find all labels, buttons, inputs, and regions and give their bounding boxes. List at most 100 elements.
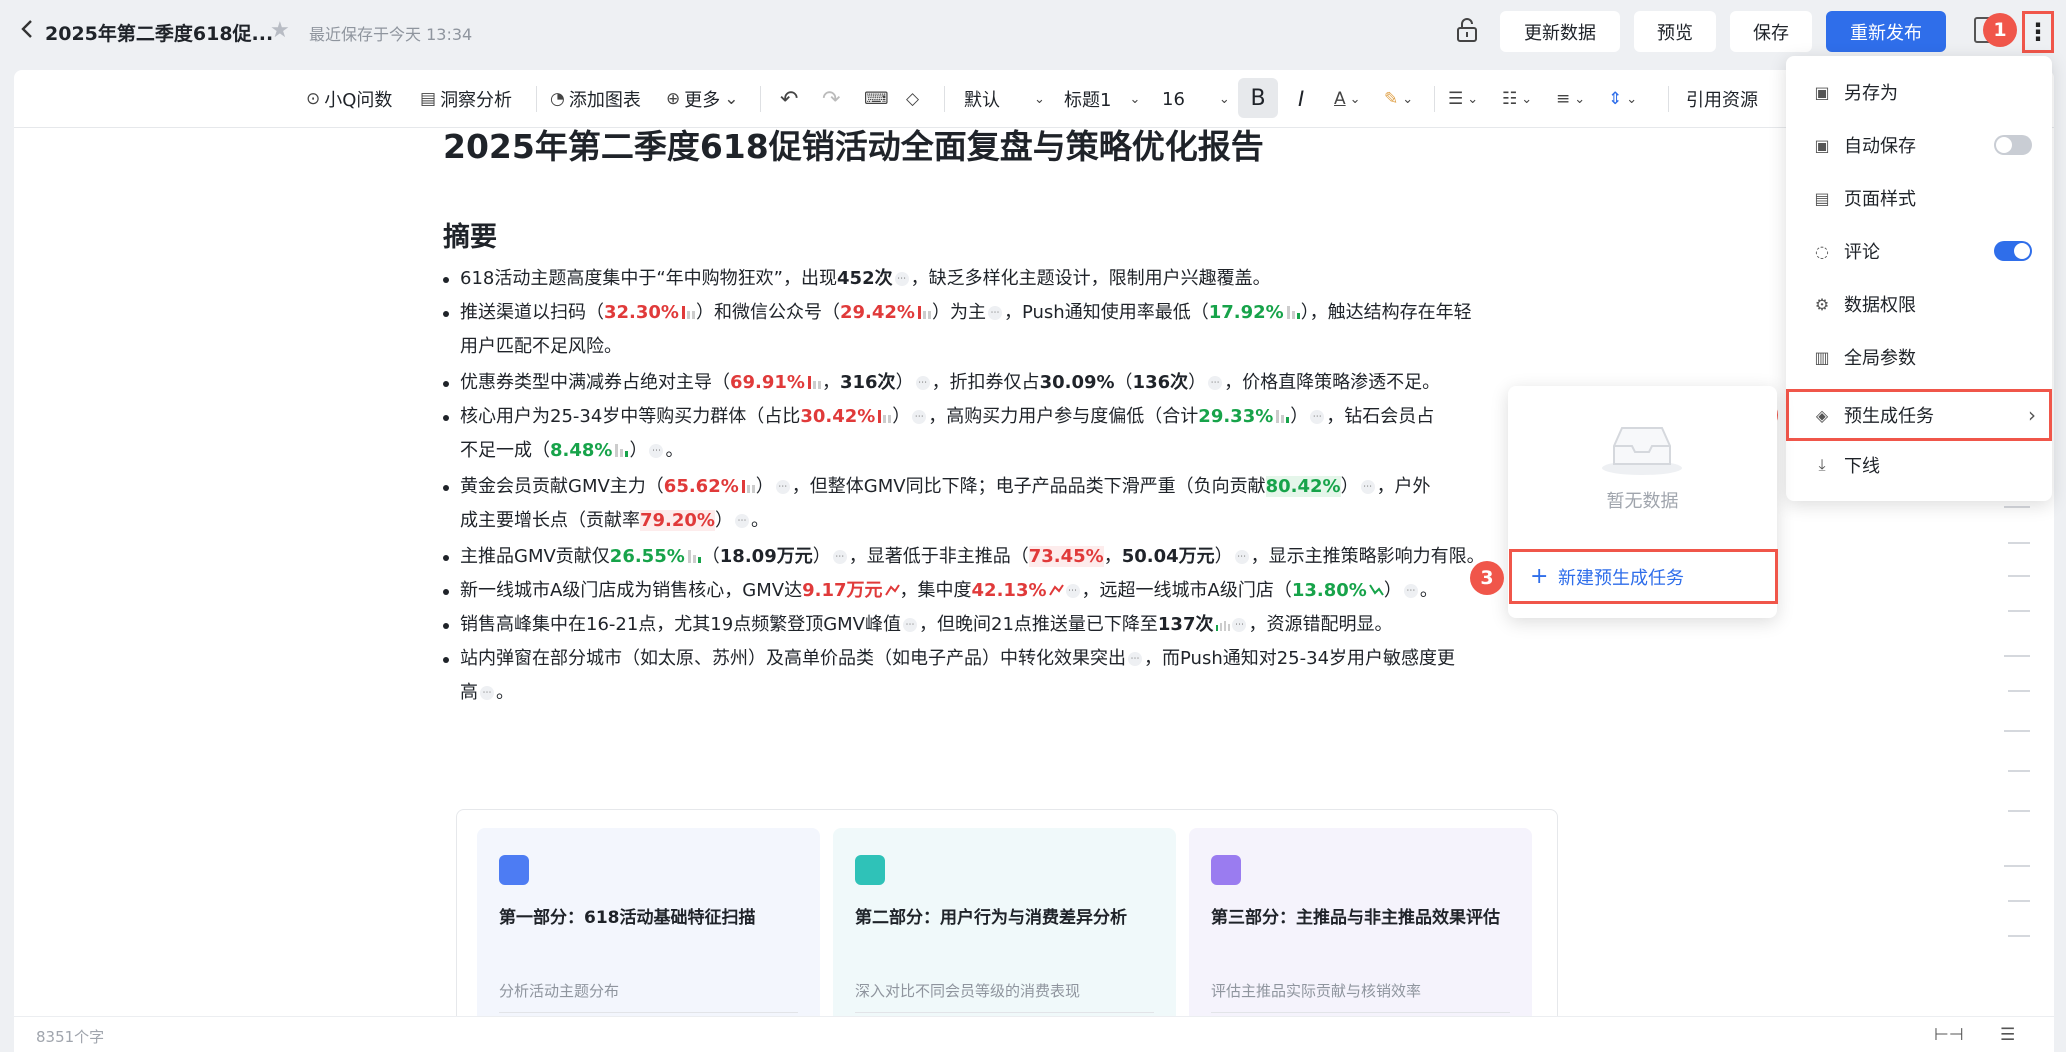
section-heading[interactable]: 摘要 <box>443 215 497 254</box>
pregen-task-submenu: 暂无数据 + 新建预生成任务 <box>1508 386 1778 618</box>
font-family-select[interactable]: 默认 ⌄ <box>964 84 1045 114</box>
mini-bar-icon <box>681 306 695 319</box>
citation-icon[interactable]: ⋯ <box>832 550 847 564</box>
comment-toggle[interactable] <box>1994 241 2032 261</box>
divider <box>536 86 537 112</box>
number: 18.09万元 <box>719 546 813 567</box>
card-description: 评估主推品实际贡献与核销效率 <box>1211 982 1422 1000</box>
outline-marker[interactable] <box>2004 506 2030 508</box>
outline-marker[interactable] <box>2008 542 2030 544</box>
list-item[interactable]: 推送渠道以扫码（32.30% ）和微信公众号（29.42% ）为主 ⋯ ，Push通知使… <box>441 296 1586 366</box>
outline-marker[interactable] <box>2004 655 2030 657</box>
citation-icon[interactable]: ⋯ <box>903 618 917 632</box>
chart-icon: ◔ <box>550 89 565 109</box>
outline-marker[interactable] <box>2008 575 2030 577</box>
menu-item-autosave[interactable]: ▣ 自动保存 <box>1786 119 2052 171</box>
citation-icon[interactable]: ⋯ <box>1232 618 1247 632</box>
more-options-button[interactable]: ⋮ <box>2022 11 2054 53</box>
cite-resource-button[interactable]: 引用资源 <box>1686 84 1758 114</box>
italic-button[interactable]: I <box>1298 84 1304 114</box>
citation-icon[interactable]: ⋯ <box>1208 376 1223 390</box>
outline-marker[interactable] <box>2008 900 2030 902</box>
save-button[interactable]: 保存 <box>1730 11 1812 52</box>
add-chart-label: 添加图表 <box>568 90 641 111</box>
citation-icon[interactable]: ⋯ <box>915 376 930 390</box>
undo-button[interactable]: ↶ <box>780 84 798 114</box>
mini-bar-icon <box>1276 410 1290 423</box>
new-pregen-task-button[interactable]: + 新建预生成任务 <box>1509 549 1778 604</box>
text: （ <box>1114 372 1133 393</box>
clear-format-button[interactable]: ◇ <box>906 84 919 114</box>
outline-marker[interactable] <box>2004 865 2030 867</box>
text: 不足一成（ <box>460 440 550 461</box>
outline-marker[interactable] <box>2008 810 2030 812</box>
divider <box>944 86 945 112</box>
citation-icon[interactable]: ⋯ <box>1234 550 1249 564</box>
font-size-select[interactable]: 16 ⌄ <box>1162 84 1230 114</box>
list-item[interactable]: 核心用户为25-34岁中等购买力群体（占比30.42%） ⋯ ，高购买力用户参与度偏… <box>441 400 1586 470</box>
list-item[interactable]: 新一线城市A级门店成为销售核心，GMV达9.17万元 ，集中度42.13% ⋯ ，远超… <box>441 574 1586 608</box>
outline-marker[interactable] <box>2004 730 2030 732</box>
citation-icon[interactable]: ⋯ <box>1065 584 1080 598</box>
citation-icon[interactable]: ⋯ <box>775 480 790 494</box>
highlight-button[interactable]: ✎ ⌄ <box>1384 84 1413 114</box>
menu-item-global-params[interactable]: ▥ 全局参数 <box>1786 331 2052 383</box>
bold-button[interactable]: B <box>1238 78 1278 118</box>
fit-width-icon[interactable]: ⊢⊣ <box>1934 1025 1964 1045</box>
back-arrow-icon[interactable] <box>20 18 42 42</box>
document-title[interactable]: 2025年第二季度618促... <box>45 19 273 46</box>
citation-icon[interactable]: ⋯ <box>649 444 664 458</box>
text: ） <box>892 406 911 427</box>
citation-icon[interactable]: ⋯ <box>480 686 494 700</box>
menu-item-offline[interactable]: ⤓ 下线 <box>1786 439 2052 491</box>
lock-icon[interactable] <box>1454 16 1480 44</box>
divider <box>1668 86 1669 112</box>
list-item[interactable]: 站内弹窗在部分城市（如太原、苏州）及高单价品类（如电子产品）中转化效果突出 ⋯ ，而… <box>441 642 1586 712</box>
citation-icon[interactable]: ⋯ <box>912 410 927 424</box>
bullet-list-button[interactable]: ☰ ⌄ <box>1448 84 1478 114</box>
format-painter-button[interactable]: ⌨ <box>864 84 889 114</box>
citation-icon[interactable]: ⋯ <box>1310 410 1325 424</box>
citation-icon[interactable]: ⋯ <box>1403 584 1418 598</box>
ask-data-tool[interactable]: ⊙ 小Q问数 <box>306 84 392 114</box>
outline-marker[interactable] <box>2008 935 2030 937</box>
list-item[interactable]: 618活动主题高度集中于“年中购物狂欢”，出现452次 ⋯ ，缺乏多样化主题设计，限… <box>441 262 1586 296</box>
update-data-button[interactable]: 更新数据 <box>1500 11 1620 52</box>
autosave-toggle[interactable] <box>1994 135 2032 155</box>
line-height-button[interactable]: ⇕ ⌄ <box>1608 84 1637 114</box>
document-heading[interactable]: 2025年第二季度618促销活动全面复盘与策略优化报告 <box>443 120 1264 168</box>
menu-item-data-permission[interactable]: ⚙ 数据权限 <box>1786 278 2052 330</box>
offline-icon: ⤓ <box>1818 455 1826 474</box>
citation-icon[interactable]: ⋯ <box>987 306 1002 320</box>
citation-icon[interactable]: ⋯ <box>734 514 749 528</box>
menu-item-comment[interactable]: ◌ 评论 <box>1786 225 2052 277</box>
add-chart-tool[interactable]: ◔ 添加图表 <box>550 84 641 114</box>
star-icon[interactable]: ★ <box>270 18 290 43</box>
outline-marker[interactable] <box>2008 770 2030 772</box>
heading-select[interactable]: 标题1 ⌄ <box>1064 84 1140 114</box>
numbered-list-button[interactable]: ☷ ⌄ <box>1502 84 1532 114</box>
more-tool[interactable]: ⊕ 更多 ⌄ <box>666 84 739 114</box>
outline-marker[interactable] <box>2008 610 2030 612</box>
list-item[interactable]: 主推品GMV贡献仅26.55% （18.09万元） ⋯ ，显著低于非主推品（73.45… <box>441 540 1586 574</box>
text: 优惠券类型中满减券占绝对主导（ <box>460 372 730 393</box>
list-item[interactable]: 黄金会员贡献GMV主力（65.62%） ⋯ ，但整体GMV同比下降；电子产品品类下滑… <box>441 470 1586 540</box>
list-item[interactable]: 优惠券类型中满减券占绝对主导（69.91% ，316次） ⋯ ，折扣券仅占30.09%… <box>441 366 1586 400</box>
republish-button[interactable]: 重新发布 <box>1826 11 1946 52</box>
font-color-button[interactable]: A ⌄ <box>1334 84 1361 114</box>
menu-item-save-as[interactable]: ▣ 另存为 <box>1786 66 2052 118</box>
trend-up-icon <box>884 584 900 596</box>
citation-icon[interactable]: ⋯ <box>1128 652 1142 666</box>
redo-button[interactable]: ↷ <box>822 84 840 114</box>
citation-icon[interactable]: ⋯ <box>894 272 909 286</box>
menu-item-pregen-task[interactable]: ◈ 预生成任务 › <box>1786 389 2052 441</box>
outline-toggle-icon[interactable]: ☰ <box>2000 1025 2015 1045</box>
more-label: 更多 <box>684 90 721 111</box>
preview-button[interactable]: 预览 <box>1634 11 1716 52</box>
align-button[interactable]: ≡ ⌄ <box>1556 84 1585 114</box>
list-item[interactable]: 销售高峰集中在16-21点，尤其19点频繁登顶GMV峰值 ⋯ ，但晚间21点推送量已… <box>441 608 1586 642</box>
menu-item-page-style[interactable]: ▤ 页面样式 <box>1786 172 2052 224</box>
outline-marker[interactable] <box>2008 690 2030 692</box>
insight-tool[interactable]: ▤ 洞察分析 <box>420 84 512 114</box>
citation-icon[interactable]: ⋯ <box>1360 480 1375 494</box>
